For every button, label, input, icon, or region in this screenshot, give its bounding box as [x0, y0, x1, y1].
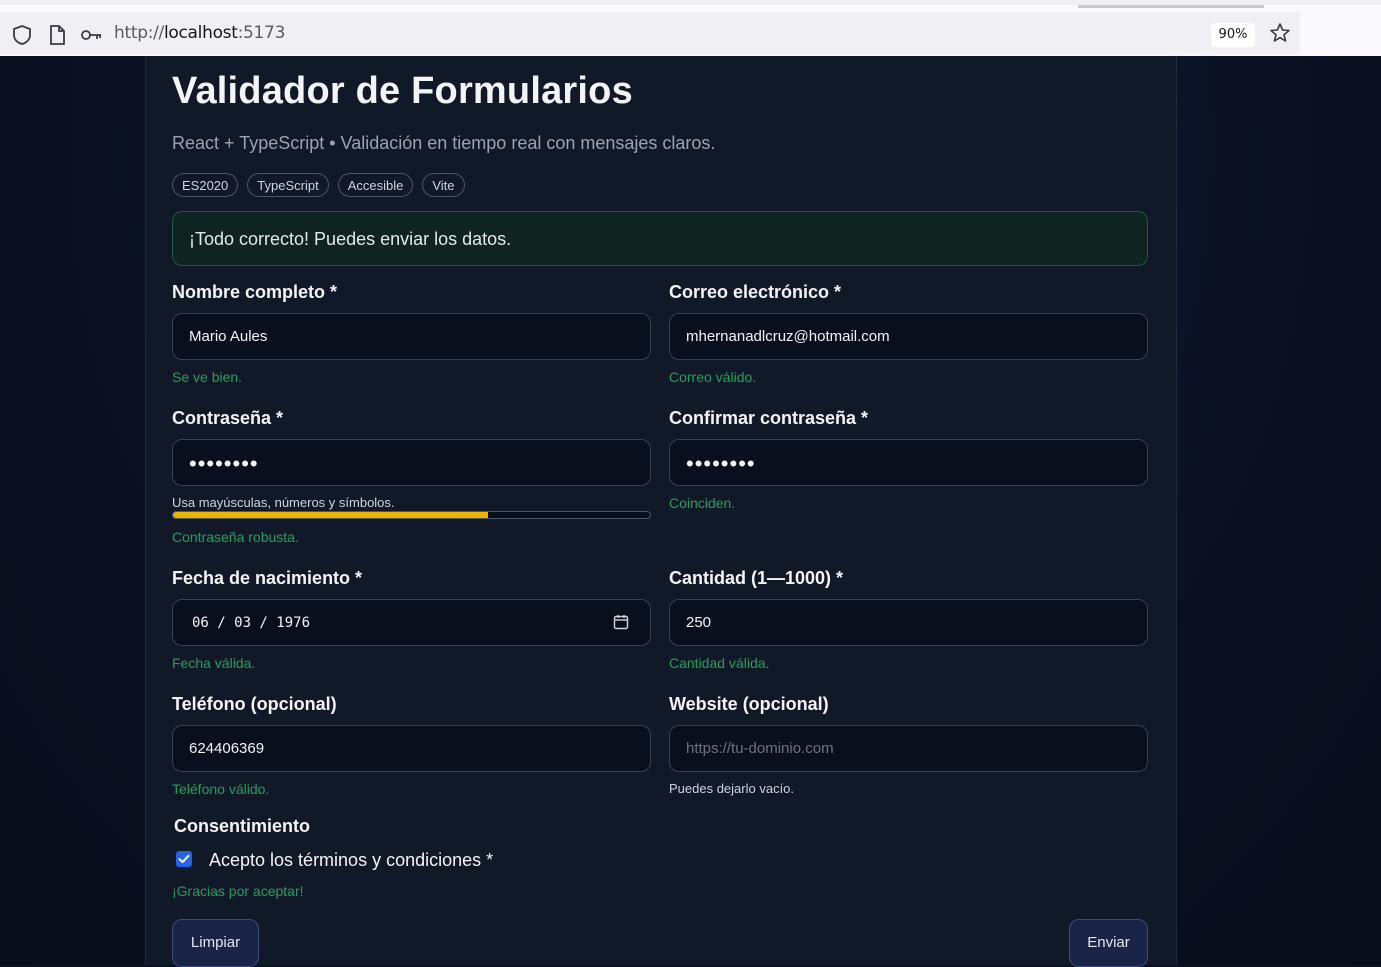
address-bar[interactable]: http://localhost:5173 90% — [0, 12, 1300, 54]
confirm-hint: Coinciden. — [669, 495, 736, 511]
terms-checkbox[interactable] — [176, 851, 192, 867]
website-label: Website (opcional) — [669, 694, 829, 714]
terms-label[interactable]: Acepto los términos y condiciones * — [209, 850, 493, 871]
name-label: Nombre completo * — [172, 282, 338, 302]
quantity-input[interactable] — [669, 599, 1148, 646]
success-alert: ¡Todo correcto! Puedes enviar los datos. — [172, 211, 1148, 266]
password-label: Contraseña * — [172, 408, 284, 428]
email-hint: Correo válido. — [669, 369, 757, 385]
name-hint: Se ve bien. — [172, 369, 243, 385]
consent-title: Consentimiento — [174, 816, 311, 836]
page-icon[interactable] — [46, 24, 68, 46]
birthdate-input[interactable]: 06 / 03 / 1976 — [172, 599, 651, 646]
shield-icon[interactable] — [11, 24, 33, 46]
zoom-level-badge[interactable]: 90% — [1211, 23, 1255, 47]
chip-vite: Vite — [422, 173, 465, 197]
password-hint: Contraseña robusta. — [172, 529, 299, 545]
star-bookmark-icon[interactable] — [1269, 22, 1291, 44]
phone-label: Teléfono (opcional) — [172, 694, 337, 714]
checkmark-icon — [178, 854, 190, 863]
chip-typescript: TypeScript — [247, 173, 329, 197]
chip-accesible: Accesible — [337, 173, 414, 197]
submit-button[interactable]: Enviar — [1069, 919, 1148, 967]
password-input[interactable]: •••••••• — [172, 439, 651, 486]
password-strength-meter — [172, 511, 651, 519]
website-hint: Puedes dejarlo vacío. — [669, 781, 795, 796]
password-help: Usa mayúsculas, números y símbolos. — [172, 495, 395, 510]
birthdate-label: Fecha de nacimiento * — [172, 568, 363, 588]
password-strength-fill — [173, 512, 488, 518]
page-title: Validador de Formularios — [172, 70, 633, 112]
url-text[interactable]: http://localhost:5173 — [114, 23, 285, 43]
quantity-hint: Cantidad válida. — [669, 655, 770, 671]
phone-input[interactable] — [172, 725, 651, 772]
website-input[interactable] — [669, 725, 1148, 772]
key-icon[interactable] — [80, 24, 102, 46]
phone-hint: Teléfono válido. — [172, 781, 270, 797]
consent-hint: ¡Gracias por aceptar! — [172, 883, 304, 899]
chip-es2020: ES2020 — [172, 173, 239, 197]
birthdate-hint: Fecha válida. — [172, 655, 256, 671]
quantity-label: Cantidad (1—1000) * — [669, 568, 844, 588]
clear-button[interactable]: Limpiar — [172, 919, 259, 967]
email-label: Correo electrónico * — [669, 282, 842, 302]
page-subtitle: React + TypeScript • Validación en tiemp… — [172, 133, 716, 153]
tab-indicator — [1078, 5, 1264, 8]
calendar-icon[interactable] — [613, 614, 629, 630]
tech-chips: ES2020 TypeScript Accesible Vite — [172, 173, 465, 197]
name-input[interactable] — [172, 313, 651, 360]
email-input[interactable] — [669, 313, 1148, 360]
confirm-label: Confirmar contraseña * — [669, 408, 869, 428]
browser-toolbar: http://localhost:5173 90% — [0, 0, 1381, 56]
confirm-password-input[interactable]: •••••••• — [669, 439, 1148, 486]
